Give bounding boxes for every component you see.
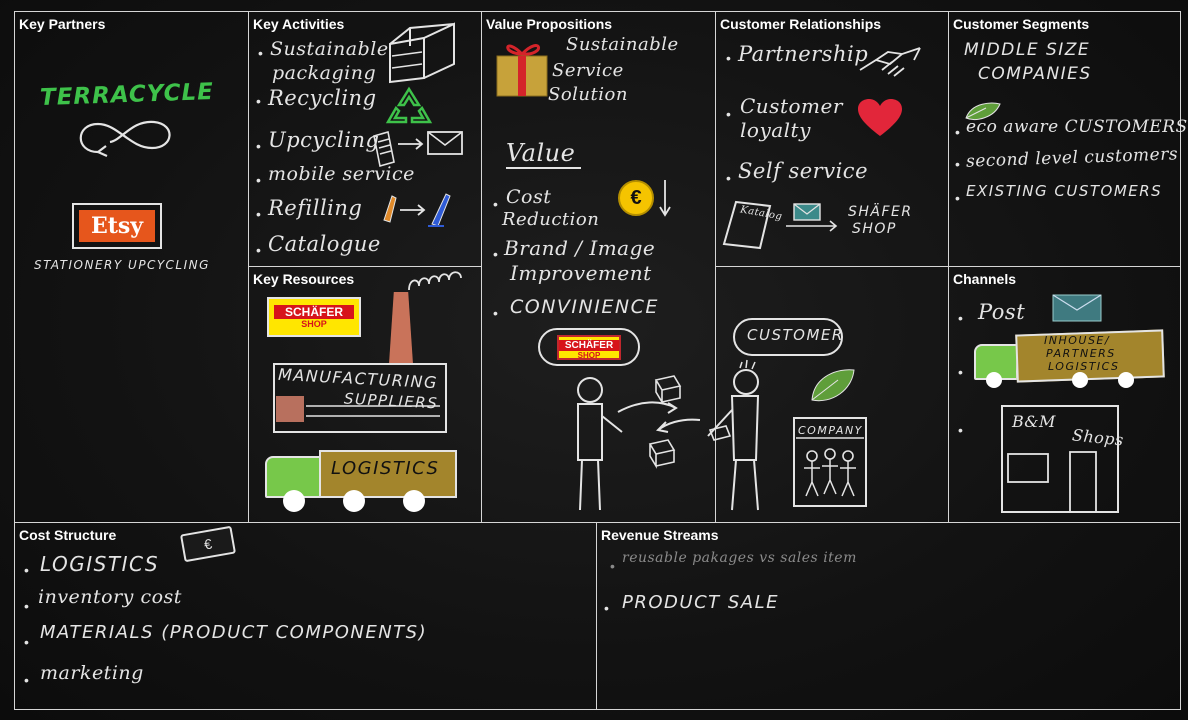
cs-eco-aware: eco aware CUSTOMERS [966, 117, 1188, 137]
company-label: COMPANY [798, 424, 863, 437]
cr-self-service: Self service [738, 159, 868, 183]
logistics-truck: LOGISTICS [265, 448, 457, 518]
infinity-arrow-icon [79, 120, 171, 158]
cr-partnership: Partnership [738, 42, 869, 66]
vp-brand-image: Brand / Image [504, 236, 656, 260]
truck-wheel [1118, 372, 1134, 388]
cost-inventory: inventory cost [38, 586, 182, 608]
ch-post: Post [978, 300, 1026, 324]
etsy-label: Etsy [79, 210, 155, 242]
cr-loyalty: loyalty [740, 118, 811, 142]
euro-coin-icon: € [618, 180, 654, 216]
heart-icon [858, 99, 902, 136]
box-icon [389, 22, 455, 84]
schafer-logo-text: SCHÄFER [559, 340, 619, 351]
revenue-product-sale: PRODUCT SALE [622, 592, 779, 613]
cs-existing: EXISTING CUSTOMERS [966, 182, 1163, 200]
stationery-upcycling-label: STATIONERY UPCYCLING [34, 258, 210, 272]
cost-marketing: marketing [40, 662, 144, 684]
vp-improvement: Improvement [510, 261, 652, 285]
activity-refilling: Refilling [268, 196, 363, 220]
chalkboard: Key Partners TERRACYCLE Etsy STATIONERY … [0, 0, 1188, 720]
logistics-label: LOGISTICS [331, 458, 440, 479]
ch-bm: B&M [1012, 412, 1056, 431]
etsy-logo: Etsy [72, 203, 162, 249]
shop-logo-text: SHOP [577, 351, 601, 360]
down-arrow-icon [659, 180, 671, 217]
cr-shafer: SHÄFER [848, 204, 913, 220]
revenue-streams-title: Revenue Streams [601, 527, 719, 543]
truck-wheel [283, 490, 305, 512]
activity-packaging: packaging [272, 62, 377, 84]
leaf-icon [811, 369, 855, 402]
customer-label: CUSTOMER [747, 326, 844, 344]
envelope-arrow-icon [786, 203, 838, 232]
customer-relationships-title: Customer Relationships [720, 16, 882, 32]
channels-title: Channels [953, 271, 1017, 287]
schafer-shop-logo: SCHÄFER SHOP [557, 335, 621, 360]
activity-catalogue: Catalogue [268, 232, 381, 256]
cost-structure-title: Cost Structure [19, 527, 117, 543]
handshake-icon [859, 47, 921, 77]
activity-sustainable: Sustainable [270, 38, 389, 60]
cr-customer: Customer [740, 94, 843, 118]
customer-segments-title: Customer Segments [953, 16, 1090, 32]
vp-convinience: CONVINIENCE [510, 296, 659, 318]
ch-logistics: LOGISTICS [1048, 360, 1120, 373]
schafer-logo-text: SCHÄFER [274, 305, 354, 319]
cost-logistics: LOGISTICS [40, 552, 160, 576]
key-resources-title: Key Resources [253, 271, 355, 287]
truck-wheel [986, 372, 1002, 388]
value-heading: Value [506, 139, 582, 169]
key-partners-title: Key Partners [19, 16, 106, 32]
revenue-reusable: reusable pakages vs sales item [622, 550, 857, 566]
recycle-icon [385, 86, 433, 124]
shop-logo-text: SHOP [301, 319, 327, 329]
envelope-icon [1052, 294, 1102, 322]
activity-recycling: Recycling [268, 86, 377, 110]
vp-cost: Cost [506, 186, 552, 208]
vp-sustainable: Sustainable [566, 34, 679, 55]
pencil-refill-icon [383, 193, 451, 227]
activity-mobile-service: mobile service [268, 163, 415, 185]
vp-solution: Solution [548, 84, 628, 105]
cr-shop: SHOP [852, 221, 897, 237]
cost-materials: MATERIALS (PRODUCT COMPONENTS) [40, 622, 428, 643]
channels-truck: INHOUSE/ PARTNERS LOGISTICS [974, 329, 1165, 392]
exchange-scene [577, 359, 760, 511]
truck-wheel [403, 490, 425, 512]
euro-symbol: € [630, 187, 642, 209]
cs-companies: COMPANIES [978, 64, 1092, 84]
truck-wheel [1072, 372, 1088, 388]
ch-partners: PARTNERS [1046, 347, 1116, 360]
activity-upcycling: Upcycling [268, 128, 380, 152]
truck-wheel [343, 490, 365, 512]
vp-reduction: Reduction [502, 209, 600, 230]
vp-service: Service [552, 60, 624, 81]
schafer-shop-logo: SCHÄFER SHOP [267, 297, 361, 337]
ch-inhouse: INHOUSE/ [1044, 334, 1111, 347]
key-activities-title: Key Activities [253, 16, 345, 32]
gift-icon [496, 44, 548, 97]
cs-middle-size: MIDDLE SIZE [964, 40, 1091, 60]
customer-bubble: CUSTOMER [733, 318, 843, 356]
smoke-icon [408, 271, 462, 291]
